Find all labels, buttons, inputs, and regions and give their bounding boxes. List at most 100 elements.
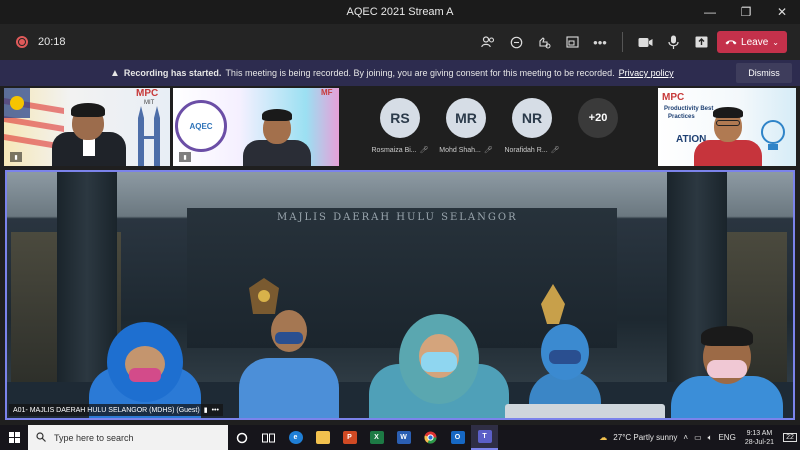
attendee-clothing <box>239 358 339 418</box>
participant-strip: MPC MIT ▮ AQEC MF ▮ RS Rosmaiza Bi...🎤︎ <box>0 88 800 168</box>
participant-name: Mohd Shah... <box>439 147 481 154</box>
face-mask <box>549 350 581 364</box>
chat-icon[interactable] <box>502 24 530 60</box>
edge-icon[interactable]: e <box>282 425 309 450</box>
notification-center[interactable]: 22 <box>780 425 800 450</box>
tile-logo: MPC <box>136 88 159 99</box>
mic-muted-icon: 🎤︎ <box>419 147 429 154</box>
toolbar-actions: ••• <box>474 24 715 60</box>
network-icon[interactable]: ▭ <box>694 433 702 442</box>
banner-message: ▲ Recording has started. This meeting is… <box>110 68 674 79</box>
camera-icon[interactable] <box>631 24 659 60</box>
participant-name: Rosmaiza Bi... <box>371 147 417 154</box>
chevron-up-icon[interactable]: ˄ <box>683 433 688 442</box>
search-icon <box>36 431 46 444</box>
privacy-policy-link[interactable]: Privacy policy <box>619 68 674 78</box>
aqec-badge: AQEC <box>175 100 227 152</box>
participant-video <box>233 106 323 166</box>
participant-name: Norafidah R... <box>504 147 548 154</box>
speaker-name-tag: A01- MAJLIS DAERAH HULU SELANGOR (MDHS) … <box>9 404 223 416</box>
attendee <box>369 314 509 418</box>
mic-muted-icon: ▮ <box>179 152 191 162</box>
banner-body: This meeting is being recorded. By joini… <box>225 68 615 78</box>
participant-avatars: RS Rosmaiza Bi... 🎤︎ MR Mohd Shah... 🎤︎ NR… <box>372 98 620 154</box>
participant-video <box>44 103 134 166</box>
share-icon[interactable] <box>687 24 715 60</box>
main-video-stage[interactable]: MAJLIS DAERAH HULU SELANGOR A01- MAJLIS … <box>5 170 795 420</box>
participant-avatar-item[interactable]: MR Mohd Shah... 🎤︎ <box>439 98 493 154</box>
hair <box>262 109 292 121</box>
cortana-icon[interactable] <box>228 425 255 450</box>
recording-icon <box>16 36 28 48</box>
reactions-icon[interactable] <box>530 24 558 60</box>
hair <box>713 107 743 118</box>
attendee <box>239 310 339 418</box>
hair <box>701 326 753 346</box>
avatar: NR <box>512 98 552 138</box>
face-mask <box>707 360 747 378</box>
twin-towers-graphic <box>138 106 160 166</box>
video-tile[interactable]: MPC MIT ▮ <box>4 88 170 166</box>
shirt <box>694 140 762 166</box>
clock[interactable]: 9:13 AM 28-Jul-21 <box>745 429 774 447</box>
weather-text[interactable]: 27°C Partly sunny <box>613 433 677 442</box>
meeting-toolbar: 20:18 ••• Leave ⌄ <box>0 24 800 60</box>
task-view-icon[interactable] <box>255 425 282 450</box>
laptop <box>505 404 665 418</box>
chrome-icon[interactable] <box>417 425 444 450</box>
avatar: RS <box>380 98 420 138</box>
share-tray-icon[interactable] <box>558 24 586 60</box>
chevron-down-icon: ⌄ <box>772 37 779 47</box>
aqec-badge-text: AQEC <box>189 121 213 131</box>
leave-button[interactable]: Leave ⌄ <box>717 31 787 53</box>
more-icon[interactable]: ••• <box>586 24 614 60</box>
meeting-timer: 20:18 <box>38 36 66 48</box>
tile-sub-logo: MIT <box>144 100 155 106</box>
weather-icon: ☁ <box>599 433 608 442</box>
warning-icon: ▲ <box>110 67 120 79</box>
teams-icon[interactable]: T <box>471 425 498 450</box>
video-tile[interactable]: AQEC MF ▮ <box>173 88 339 166</box>
more-participants[interactable]: +20 <box>576 98 620 154</box>
wall-sign: MAJLIS DAERAH HULU SELANGOR <box>277 212 518 223</box>
volume-icon[interactable]: 🔈︎ <box>708 433 713 443</box>
file-explorer-icon[interactable] <box>309 425 336 450</box>
word-icon[interactable]: W <box>390 425 417 450</box>
dismiss-button[interactable]: Dismiss <box>736 63 792 83</box>
leave-label: Leave <box>741 36 769 48</box>
start-button[interactable] <box>0 425 28 450</box>
toolbar-divider <box>622 32 623 52</box>
ornament-graphic <box>541 284 565 324</box>
face-mask <box>129 368 161 382</box>
excel-icon[interactable]: X <box>363 425 390 450</box>
face-mask <box>421 352 457 372</box>
outlook-icon[interactable]: O <box>444 425 471 450</box>
participant-avatar-item[interactable]: RS Rosmaiza Bi... 🎤︎ <box>372 98 429 154</box>
hair <box>71 103 105 117</box>
search-placeholder: Type here to search <box>54 432 134 443</box>
mic-muted-icon: 🎤︎ <box>483 147 493 154</box>
clock-time: 9:13 AM <box>746 429 773 437</box>
video-tile[interactable]: MPC Productivity Best Practices ATION <box>658 88 796 166</box>
people-icon[interactable] <box>474 24 502 60</box>
participant-video <box>688 106 768 166</box>
clock-date: 28-Jul-21 <box>744 438 774 446</box>
avatar-name-row: Rosmaiza Bi... 🎤︎ <box>372 146 429 154</box>
avatar-name-row: Norafidah R... 🎤︎ <box>504 146 559 154</box>
mic-icon[interactable] <box>659 24 687 60</box>
system-tray: ☁ 27°C Partly sunny ˄ ▭ 🔈︎ ENG 9:13 AM 2… <box>596 425 800 450</box>
avatar: MR <box>446 98 486 138</box>
notification-count: 22 <box>783 433 797 442</box>
minimize-icon[interactable]: — <box>692 0 728 24</box>
more-options-icon[interactable]: ••• <box>212 407 219 414</box>
powerpoint-icon[interactable]: P <box>336 425 363 450</box>
participant-avatar-item[interactable]: NR Norafidah R... 🎤︎ <box>504 98 560 154</box>
banner-title: Recording has started. <box>123 68 222 78</box>
window-controls: — ❐ ✕ <box>692 0 800 24</box>
taskbar: Type here to search e P X W O T ☁ 27°C P… <box>0 425 800 450</box>
taskbar-search[interactable]: Type here to search <box>28 425 228 450</box>
maximize-icon[interactable]: ❐ <box>728 0 764 24</box>
close-icon[interactable]: ✕ <box>764 0 800 24</box>
glasses <box>716 120 740 126</box>
language-indicator[interactable]: ENG <box>718 433 735 442</box>
